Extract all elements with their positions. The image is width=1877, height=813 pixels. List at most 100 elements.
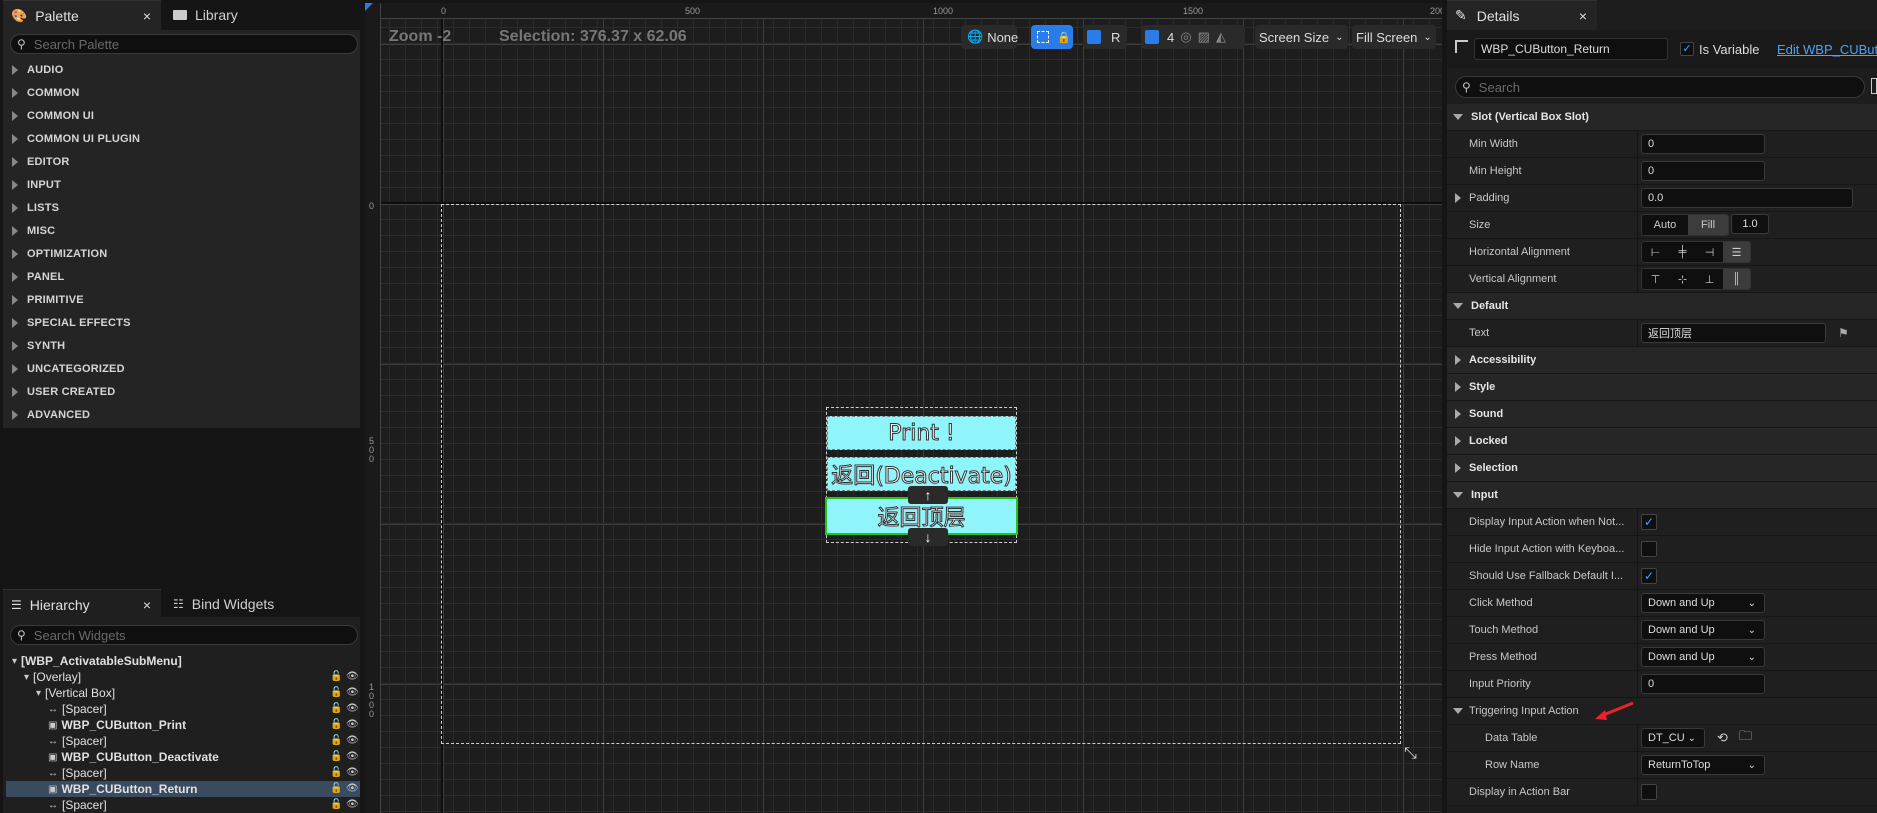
data-table-dropdown[interactable]: DT_CU ⌄ bbox=[1641, 728, 1705, 748]
widget-name-field[interactable]: WBP_CUButton_Return bbox=[1474, 38, 1668, 60]
use-selected-icon[interactable]: ⟲ bbox=[1717, 730, 1728, 746]
settings-icon[interactable] bbox=[1871, 78, 1877, 94]
lock-icon[interactable]: 🔓 bbox=[330, 736, 342, 746]
eye-icon[interactable]: 👁 bbox=[346, 800, 359, 810]
close-icon[interactable]: × bbox=[1579, 8, 1587, 24]
hierarchy-item[interactable]: ↔ [Spacer] 🔓 👁 bbox=[6, 797, 360, 813]
section-selection[interactable]: Selection bbox=[1447, 455, 1877, 482]
respect-locks-toggle[interactable]: R bbox=[1083, 25, 1127, 49]
palette-category[interactable]: INPUT bbox=[3, 173, 360, 196]
palette-category[interactable]: COMMON UI PLUGIN bbox=[3, 127, 360, 150]
hierarchy-item[interactable]: ▣ WBP_CUButton_Print 🔓 👁 bbox=[6, 717, 360, 733]
hierarchy-item[interactable]: ↔ [Spacer] 🔓 👁 bbox=[6, 701, 360, 717]
palette-category[interactable]: USER CREATED bbox=[3, 380, 360, 403]
section-input[interactable]: Input bbox=[1447, 482, 1877, 509]
section-accessibility[interactable]: Accessibility bbox=[1447, 347, 1877, 374]
hierarchy-item[interactable]: ▾ [WBP_ActivatableSubMenu] bbox=[6, 653, 360, 669]
resize-handle-icon[interactable]: ⤡ bbox=[1404, 745, 1417, 763]
expand-icon[interactable] bbox=[1455, 193, 1461, 203]
localization-preview[interactable]: 🌐 None bbox=[961, 25, 1018, 49]
dashed-toggle[interactable]: 🔒 bbox=[1031, 25, 1073, 49]
designer-canvas[interactable]: 0 500 1000 1500 200 0 5 0 0 1 0 0 0 ⤡ Zo… bbox=[365, 3, 1442, 813]
fill-screen-dropdown[interactable]: Fill Screen ⌄ bbox=[1352, 25, 1436, 49]
palette-category[interactable]: EDITOR bbox=[3, 150, 360, 173]
align-left-icon[interactable]: ⊢ bbox=[1642, 242, 1669, 262]
palette-category[interactable]: MISC bbox=[3, 219, 360, 242]
palette-category[interactable]: UNCATEGORIZED bbox=[3, 357, 360, 380]
palette-search-input[interactable] bbox=[25, 36, 357, 52]
min-height-input[interactable]: 0 bbox=[1641, 161, 1765, 181]
hierarchy-search-input[interactable] bbox=[25, 627, 357, 643]
text-input[interactable]: 返回顶层 bbox=[1641, 323, 1826, 343]
hierarchy-item[interactable]: ↔ [Spacer] 🔓 👁 bbox=[6, 765, 360, 781]
hierarchy-item[interactable]: ▾ [Vertical Box] 🔓 👁 bbox=[6, 685, 360, 701]
hide-input-action-checkbox[interactable] bbox=[1641, 541, 1657, 557]
lock-icon[interactable]: 🔓 bbox=[330, 784, 342, 794]
eye-icon[interactable]: 👁 bbox=[346, 704, 359, 714]
palette-category[interactable]: PRIMITIVE bbox=[3, 288, 360, 311]
grid-snap-toggle[interactable]: 4 ◎ ▨ ◭ bbox=[1141, 25, 1245, 49]
eye-icon[interactable]: 👁 bbox=[346, 720, 359, 730]
lock-icon[interactable]: 🔓 bbox=[330, 672, 342, 682]
tab-bind-widgets[interactable]: ☷ Bind Widgets bbox=[165, 589, 360, 619]
display-input-action-checkbox[interactable]: ✓ bbox=[1641, 514, 1657, 530]
align-top-icon[interactable]: ⊤ bbox=[1642, 269, 1669, 289]
palette-category[interactable]: PANEL bbox=[3, 265, 360, 288]
hierarchy-item[interactable]: ▣ WBP_CUButton_Return 🔓 👁 bbox=[6, 781, 360, 797]
section-locked[interactable]: Locked bbox=[1447, 428, 1877, 455]
min-width-input[interactable]: 0 bbox=[1641, 134, 1765, 154]
eye-icon[interactable]: 👁 bbox=[346, 736, 359, 746]
align-center-icon[interactable]: ╪ bbox=[1669, 242, 1696, 262]
align-right-icon[interactable]: ⊣ bbox=[1696, 242, 1723, 262]
palette-category[interactable]: LISTS bbox=[3, 196, 360, 219]
move-down-button[interactable]: ↓ bbox=[908, 528, 948, 546]
align-vfill-icon[interactable]: ║ bbox=[1723, 269, 1750, 289]
section-sound[interactable]: Sound bbox=[1447, 401, 1877, 428]
size-auto-button[interactable]: Auto bbox=[1642, 215, 1688, 235]
lock-icon[interactable]: 🔓 bbox=[330, 688, 342, 698]
lock-icon[interactable]: 🔓 bbox=[330, 768, 342, 778]
tab-hierarchy[interactable]: ☰ Hierarchy × bbox=[3, 589, 161, 619]
print-button-preview[interactable]: Print ! bbox=[827, 416, 1016, 450]
press-method-dropdown[interactable]: Down and Up ⌄ bbox=[1641, 647, 1765, 667]
details-search[interactable]: ⚲ bbox=[1455, 76, 1865, 98]
palette-category[interactable]: COMMON UI bbox=[3, 104, 360, 127]
size-fill-input[interactable]: 1.0 bbox=[1731, 214, 1769, 234]
hierarchy-search[interactable]: ⚲ bbox=[10, 625, 358, 645]
palette-category[interactable]: SPECIAL EFFECTS bbox=[3, 311, 360, 334]
palette-search[interactable]: ⚲ bbox=[10, 34, 358, 54]
size-fill-button[interactable]: Fill bbox=[1688, 215, 1728, 235]
padding-input[interactable]: 0.0 bbox=[1641, 188, 1853, 208]
close-icon[interactable]: × bbox=[143, 8, 151, 24]
lock-icon[interactable]: 🔓 bbox=[330, 800, 342, 810]
section-style[interactable]: Style bbox=[1447, 374, 1877, 401]
input-priority-input[interactable]: 0 bbox=[1641, 674, 1765, 694]
hierarchy-item[interactable]: ↔ [Spacer] 🔓 👁 bbox=[6, 733, 360, 749]
palette-category[interactable]: SYNTH bbox=[3, 334, 360, 357]
palette-category[interactable]: AUDIO bbox=[3, 58, 360, 81]
edit-link[interactable]: Edit WBP_CUButt bbox=[1777, 42, 1877, 57]
eye-icon[interactable]: 👁 bbox=[346, 768, 359, 778]
section-default[interactable]: Default bbox=[1447, 293, 1877, 320]
browse-icon[interactable]: 🗀 bbox=[1739, 727, 1752, 749]
move-up-button[interactable]: ↑ bbox=[908, 486, 948, 504]
eye-icon[interactable]: 👁 bbox=[346, 672, 359, 682]
lock-icon[interactable]: 🔓 bbox=[330, 752, 342, 762]
lock-icon[interactable]: 🔓 bbox=[330, 704, 342, 714]
click-method-dropdown[interactable]: Down and Up ⌄ bbox=[1641, 593, 1765, 613]
flag-icon[interactable]: ⚑ bbox=[1838, 326, 1849, 340]
touch-method-dropdown[interactable]: Down and Up ⌄ bbox=[1641, 620, 1765, 640]
row-triggering-input-action[interactable]: Triggering Input Action bbox=[1447, 698, 1877, 725]
align-fill-icon[interactable]: ☰ bbox=[1723, 242, 1750, 262]
display-in-action-bar-checkbox[interactable] bbox=[1641, 784, 1657, 800]
tab-palette[interactable]: 🎨 Palette × bbox=[3, 0, 161, 30]
palette-category[interactable]: OPTIMIZATION bbox=[3, 242, 360, 265]
hierarchy-item[interactable]: ▣ WBP_CUButton_Deactivate 🔓 👁 bbox=[6, 749, 360, 765]
row-name-dropdown[interactable]: ReturnToTop ⌄ bbox=[1641, 755, 1765, 775]
screen-size-dropdown[interactable]: Screen Size ⌄ bbox=[1255, 25, 1348, 49]
eye-icon[interactable]: 👁 bbox=[346, 784, 359, 794]
hierarchy-item[interactable]: ▾ [Overlay] 🔓 👁 bbox=[6, 669, 360, 685]
details-search-input[interactable] bbox=[1470, 79, 1864, 95]
palette-category[interactable]: COMMON bbox=[3, 81, 360, 104]
is-variable-checkbox[interactable]: ✓ bbox=[1680, 42, 1694, 56]
